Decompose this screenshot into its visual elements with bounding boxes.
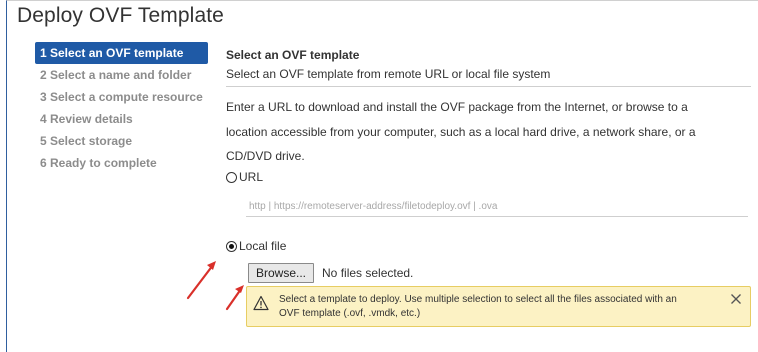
alert-line: Select a template to deploy. Use multipl…	[279, 294, 677, 305]
wizard-step-select-storage: 5 Select storage	[40, 134, 133, 148]
wizard-steps-nav: 1 Select an OVF template 2 Select a name…	[35, 42, 208, 174]
url-radio-label: URL	[239, 170, 264, 184]
file-selection-status: No files selected.	[322, 266, 414, 280]
description-line: Enter a URL to download and install the …	[226, 100, 688, 114]
wizard-step-select-ovf-template[interactable]: 1 Select an OVF template	[35, 42, 208, 64]
warning-icon	[253, 295, 269, 311]
file-picker: Browse... No files selected.	[248, 263, 413, 283]
header-divider	[226, 86, 751, 87]
wizard-step-ready-to-complete: 6 Ready to complete	[40, 156, 157, 170]
local-file-radio-label: Local file	[239, 239, 287, 253]
url-input[interactable]	[246, 197, 748, 217]
step-subtitle: Select an OVF template from remote URL o…	[226, 67, 551, 81]
browse-button[interactable]: Browse...	[248, 263, 315, 283]
step-description: Enter a URL to download and install the …	[226, 95, 746, 169]
local-file-radio-option[interactable]: Local file	[226, 239, 286, 253]
wizard-step-select-compute-resource: 3 Select a compute resource	[40, 90, 203, 104]
description-line: location accessible from your computer, …	[226, 124, 696, 139]
annotation-arrow-icon	[186, 261, 216, 300]
alert-line: OVF template (.ovf, .vmdk, etc.)	[279, 308, 421, 319]
wizard-step-select-name-folder: 2 Select a name and folder	[40, 68, 192, 82]
wizard-step-review-details: 4 Review details	[40, 112, 133, 126]
dialog-title: Deploy OVF Template	[17, 4, 224, 27]
annotation-arrow-icon	[225, 285, 244, 311]
warning-alert: Select a template to deploy. Use multipl…	[246, 286, 751, 327]
url-radio-option[interactable]: URL	[226, 170, 263, 184]
close-icon[interactable]	[730, 293, 742, 305]
local-file-radio[interactable]	[226, 240, 237, 252]
step-title: Select an OVF template	[226, 48, 360, 62]
description-line: CD/DVD drive.	[226, 149, 305, 163]
alert-message: Select a template to deploy. Use multipl…	[279, 293, 719, 321]
url-radio[interactable]	[226, 171, 237, 183]
